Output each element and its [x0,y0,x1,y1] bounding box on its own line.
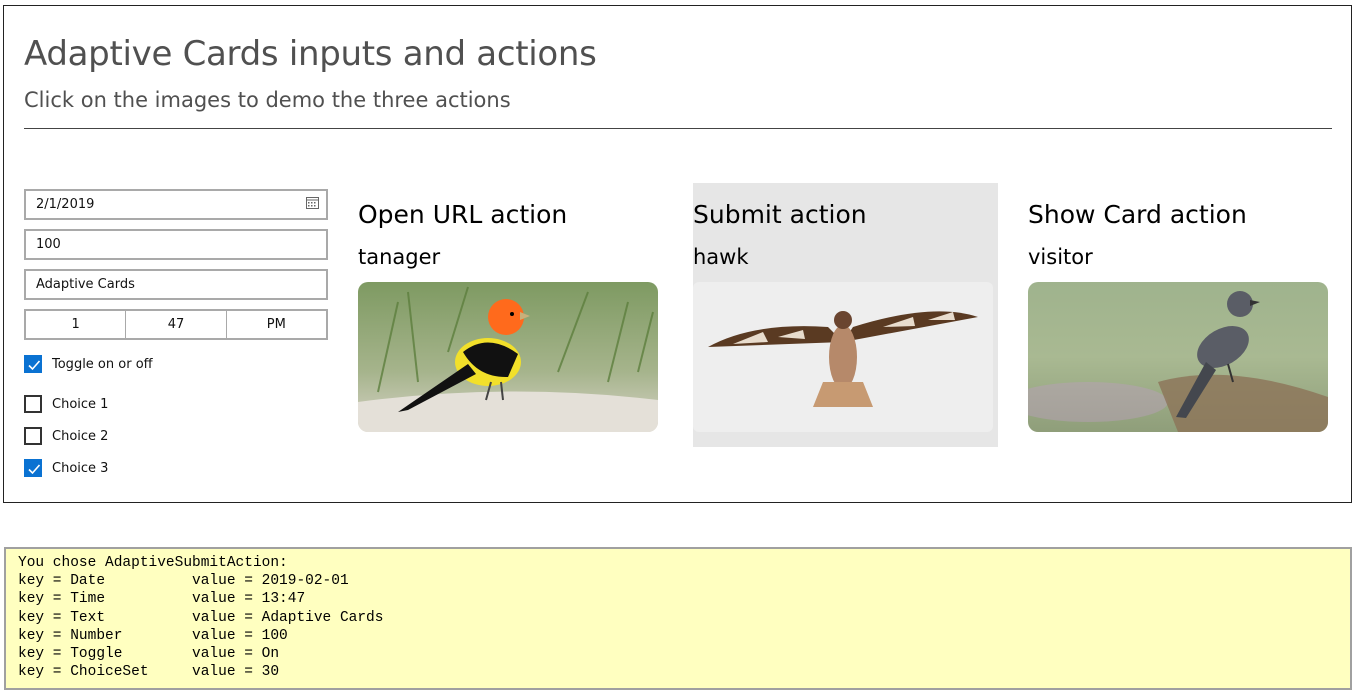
check-icon [28,464,41,475]
date-value: 2/1/2019 [36,197,95,212]
tanager-image[interactable] [358,282,658,432]
divider [24,128,1332,129]
choice-2-checkbox[interactable] [24,427,42,445]
choice-2-label: Choice 2 [52,428,109,444]
output-line: You chose AdaptiveSubmitAction: [18,555,288,571]
open-url-name: tanager [358,245,441,269]
choice-2[interactable]: Choice 2 [24,426,108,446]
output-log: You chose AdaptiveSubmitAction: key = Da… [4,547,1352,690]
toggle-label: Toggle on or off [52,356,153,372]
toggle-checkbox[interactable] [24,355,42,373]
calendar-icon[interactable] [306,197,319,209]
output-line: key = Number value = 100 [18,627,288,644]
text-value: Adaptive Cards [36,277,135,292]
choice-1-label: Choice 1 [52,396,109,412]
text-input[interactable]: Adaptive Cards [24,269,328,300]
choice-3-checkbox[interactable] [24,459,42,477]
output-line: key = Date value = 2019-02-01 [18,573,349,590]
time-hour[interactable]: 1 [26,311,125,338]
open-url-action[interactable]: Open URL action tanager [358,183,663,447]
submit-action[interactable]: Submit action hawk [693,183,998,447]
output-line: key = ChoiceSet value = 30 [18,664,280,681]
show-card-heading: Show Card action [1028,200,1247,229]
choice-1[interactable]: Choice 1 [24,394,108,414]
page-subtitle: Click on the images to demo the three ac… [24,88,511,112]
choice-3-label: Choice 3 [52,460,109,476]
time-input[interactable]: 1 47 PM [24,309,328,340]
choice-3[interactable]: Choice 3 [24,458,108,478]
output-line: key = Time value = 13:47 [18,591,306,608]
submit-name: hawk [693,245,749,269]
check-icon [28,360,41,371]
output-line: key = Toggle value = On [18,646,280,663]
open-url-heading: Open URL action [358,200,568,229]
hawk-image[interactable] [693,282,993,432]
date-input[interactable]: 2/1/2019 [24,189,328,220]
show-card-name: visitor [1028,245,1093,269]
time-period[interactable]: PM [225,311,326,338]
output-line: key = Text value = Adaptive Cards [18,609,384,626]
show-card-action[interactable]: Show Card action visitor [1028,183,1333,447]
time-minute[interactable]: 47 [125,311,225,338]
submit-heading: Submit action [693,200,867,229]
number-value: 100 [36,237,61,252]
visitor-image[interactable] [1028,282,1328,432]
number-input[interactable]: 100 [24,229,328,260]
toggle-input[interactable]: Toggle on or off [24,354,153,374]
adaptive-card: Adaptive Cards inputs and actions Click … [3,5,1352,503]
page-title: Adaptive Cards inputs and actions [24,34,597,74]
choice-1-checkbox[interactable] [24,395,42,413]
